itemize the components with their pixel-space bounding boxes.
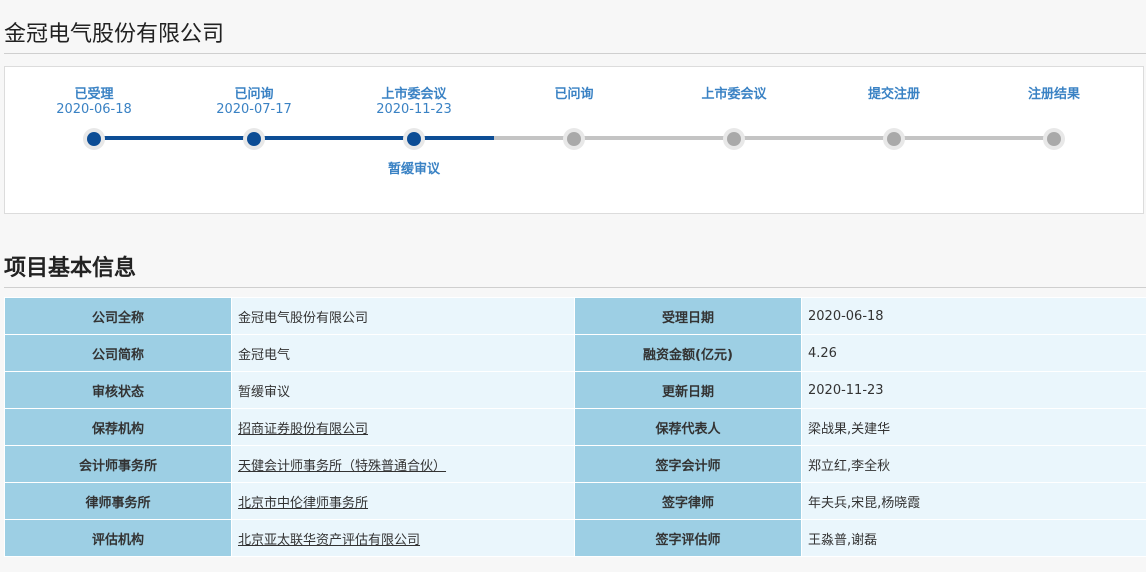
step-node bbox=[1043, 128, 1065, 150]
step-node bbox=[723, 128, 745, 150]
field-value: 招商证券股份有限公司 bbox=[231, 408, 575, 446]
title-divider bbox=[4, 53, 1146, 54]
step-node bbox=[403, 128, 425, 150]
section-divider bbox=[4, 287, 1146, 288]
field-value: 王淼普,谢磊 bbox=[801, 519, 1146, 557]
step-label: 上市委会议 bbox=[381, 87, 447, 102]
step-node bbox=[883, 128, 905, 150]
step-node bbox=[563, 128, 585, 150]
field-value: 年夫兵,宋昆,杨晓霞 bbox=[801, 482, 1146, 520]
step-node bbox=[243, 128, 265, 150]
field-value: 梁战果,关建华 bbox=[801, 408, 1146, 446]
field-value: 北京市中伦律师事务所 bbox=[231, 482, 575, 520]
field-label: 保荐代表人 bbox=[574, 408, 802, 446]
page-title: 金冠电气股份有限公司 bbox=[4, 22, 225, 47]
field-label: 签字会计师 bbox=[574, 445, 802, 483]
field-label: 公司简称 bbox=[4, 334, 232, 372]
step-node bbox=[83, 128, 105, 150]
field-value-link[interactable]: 北京市中伦律师事务所 bbox=[238, 496, 368, 511]
field-label: 评估机构 bbox=[4, 519, 232, 557]
progress-timeline: 已受理 2020-06-18 已问询 2020-07-17 上市委会议 2020-11-2… bbox=[4, 66, 1144, 214]
field-label: 公司全称 bbox=[4, 297, 232, 335]
step-date: 2020-07-17 bbox=[216, 102, 292, 117]
field-value: 4.26 bbox=[801, 334, 1146, 372]
field-value: 2020-06-18 bbox=[801, 297, 1146, 335]
field-label: 签字评估师 bbox=[574, 519, 802, 557]
step-label: 注册结果 bbox=[1027, 87, 1080, 102]
field-label: 会计师事务所 bbox=[4, 445, 232, 483]
field-label: 签字律师 bbox=[574, 482, 802, 520]
field-value-link[interactable]: 天健会计师事务所（特殊普通合伙） bbox=[238, 459, 446, 474]
step-date: 2020-11-23 bbox=[376, 102, 452, 117]
table-row: 保荐机构 招商证券股份有限公司 保荐代表人 梁战果,关建华 bbox=[4, 408, 1146, 446]
field-label: 审核状态 bbox=[4, 371, 232, 409]
table-row: 公司简称 金冠电气 融资金额(亿元) 4.26 bbox=[4, 334, 1146, 372]
table-row: 会计师事务所 天健会计师事务所（特殊普通合伙） 签字会计师 郑立红,李全秋 bbox=[4, 445, 1146, 483]
field-value: 2020-11-23 bbox=[801, 371, 1146, 409]
basic-info-table: 公司全称 金冠电气股份有限公司 受理日期 2020-06-18 公司简称 金冠电气 融资金额… bbox=[4, 297, 1146, 557]
step-label: 已问询 bbox=[234, 87, 274, 102]
step-label: 已问询 bbox=[554, 87, 594, 102]
section-title-basic-info: 项目基本信息 bbox=[4, 256, 137, 281]
field-value-link[interactable]: 招商证券股份有限公司 bbox=[238, 422, 368, 437]
field-label: 律师事务所 bbox=[4, 482, 232, 520]
field-label: 受理日期 bbox=[574, 297, 802, 335]
step-date: 2020-06-18 bbox=[56, 102, 132, 117]
table-row: 律师事务所 北京市中伦律师事务所 签字律师 年夫兵,宋昆,杨晓霞 bbox=[4, 482, 1146, 520]
table-row: 评估机构 北京亚太联华资产评估有限公司 签字评估师 王淼普,谢磊 bbox=[4, 519, 1146, 557]
field-label: 保荐机构 bbox=[4, 408, 232, 446]
step-label: 上市委会议 bbox=[701, 87, 767, 102]
field-value: 金冠电气股份有限公司 bbox=[231, 297, 575, 335]
table-row: 公司全称 金冠电气股份有限公司 受理日期 2020-06-18 bbox=[4, 297, 1146, 335]
progress-track-completed bbox=[94, 136, 494, 140]
field-label: 融资金额(亿元) bbox=[574, 334, 802, 372]
step-label: 提交注册 bbox=[867, 87, 920, 102]
step-label: 已受理 bbox=[74, 87, 114, 102]
field-value: 北京亚太联华资产评估有限公司 bbox=[231, 519, 575, 557]
field-label: 更新日期 bbox=[574, 371, 802, 409]
step-sub-status: 暂缓审议 bbox=[387, 162, 440, 177]
field-value: 金冠电气 bbox=[231, 334, 575, 372]
field-value-link[interactable]: 北京亚太联华资产评估有限公司 bbox=[238, 533, 420, 548]
table-row: 审核状态 暂缓审议 更新日期 2020-11-23 bbox=[4, 371, 1146, 409]
field-value: 郑立红,李全秋 bbox=[801, 445, 1146, 483]
field-value: 暂缓审议 bbox=[231, 371, 575, 409]
field-value: 天健会计师事务所（特殊普通合伙） bbox=[231, 445, 575, 483]
